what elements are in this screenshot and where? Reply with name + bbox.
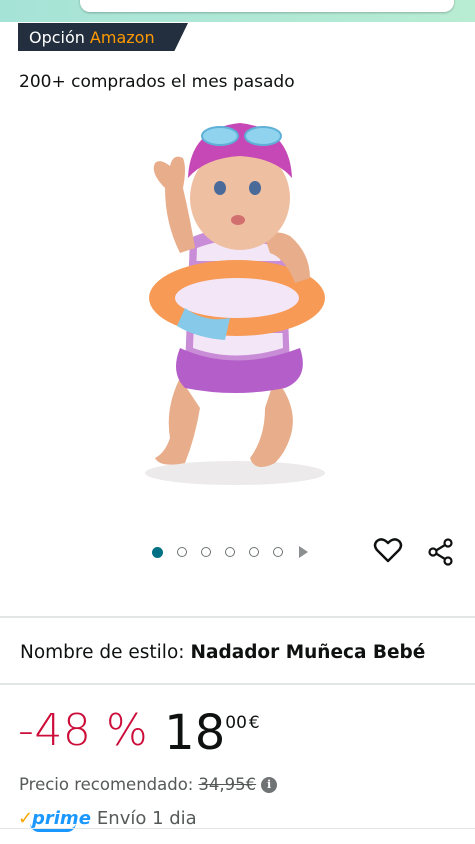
carousel-dot[interactable]	[177, 547, 187, 557]
share-icon[interactable]	[428, 538, 454, 566]
info-icon[interactable]: i	[261, 776, 278, 793]
carousel-dot[interactable]	[225, 547, 235, 557]
price-integer: 18	[164, 705, 226, 761]
recommended-price: Precio recomendado: 34,95€ i	[19, 775, 278, 794]
carousel-dot-active[interactable]	[152, 546, 163, 558]
price-decimal: 00	[225, 713, 247, 733]
section-divider	[0, 616, 475, 618]
image-carousel-dots[interactable]	[152, 546, 308, 558]
shipping-text: Envío 1 dia	[96, 808, 197, 829]
badge-brand: Amazon	[89, 27, 155, 47]
amazon-choice-badge: Opción Amazon	[18, 23, 188, 51]
style-label: Nombre de estilo:	[20, 642, 185, 663]
prime-logo: ✓ prime	[18, 808, 91, 832]
heart-icon[interactable]	[373, 536, 403, 564]
carousel-dot[interactable]	[273, 547, 283, 557]
price-block: -48 % 18 00 €	[18, 705, 260, 765]
style-value: Nadador Muñeca Bebé	[190, 642, 426, 663]
carousel-dot[interactable]	[249, 547, 259, 557]
bottom-divider	[0, 828, 475, 829]
play-video-icon[interactable]	[299, 546, 308, 558]
product-image[interactable]	[125, 108, 350, 498]
purchase-count-text: 200+ comprados el mes pasado	[19, 72, 295, 92]
discount-percent: -48 %	[18, 705, 149, 756]
style-selector[interactable]: Nombre de estilo: Nadador Muñeca Bebé	[20, 642, 425, 663]
section-divider	[0, 683, 475, 685]
price-currency: €	[248, 713, 260, 733]
shipping-info: ✓ prime Envío 1 dia	[18, 808, 197, 832]
carousel-dot[interactable]	[201, 547, 211, 557]
badge-label: Opción	[29, 27, 85, 47]
recommended-value: 34,95€	[198, 775, 257, 794]
search-bar[interactable]	[80, 0, 454, 12]
recommended-label: Precio recomendado:	[19, 775, 194, 794]
